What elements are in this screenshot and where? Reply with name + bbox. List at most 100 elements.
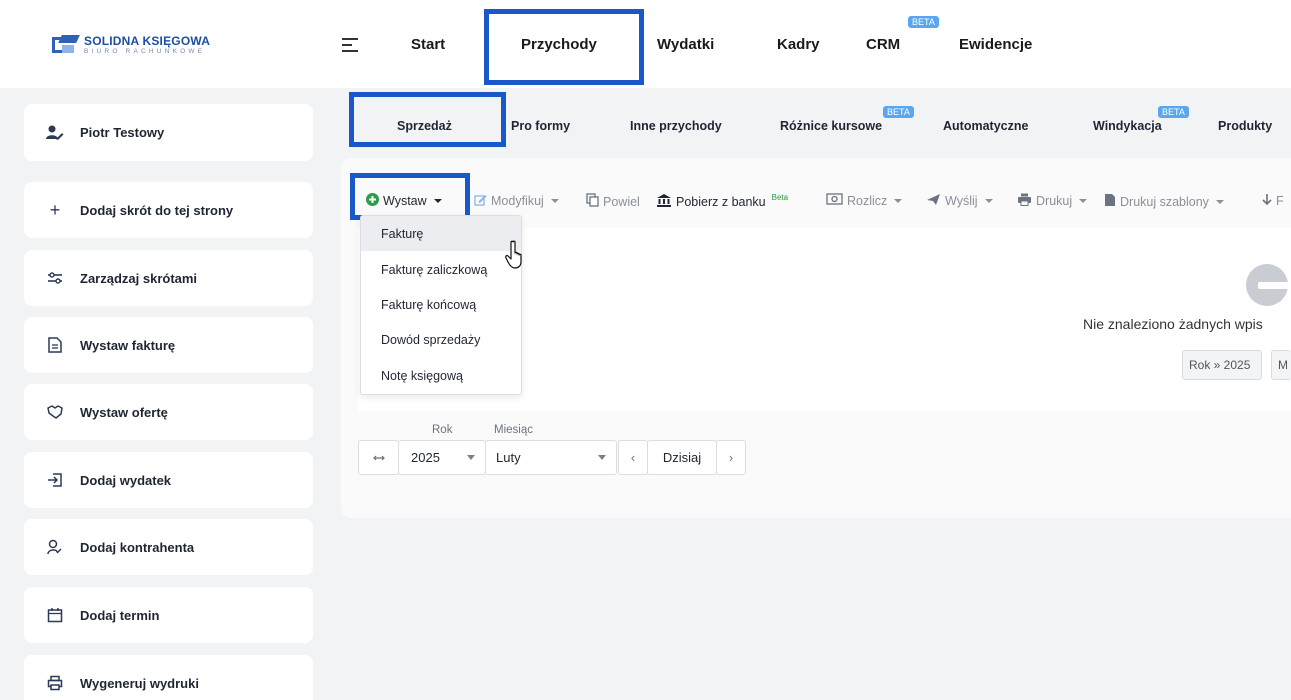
sidebar-item-label: Wystaw ofertę [80,404,168,420]
top-bar: SOLIDNA KSIĘGOWA BIURO RACHUNKOWE Start … [0,0,1291,88]
highlight-sprzedaz [349,92,506,147]
powiel-label: Powiel [603,194,640,209]
chevron-down-icon [984,199,993,203]
topnav-crm[interactable]: CRM [866,36,900,53]
subnav-windykacja[interactable]: Windykacja [1093,119,1162,133]
today-label: Dzisiaj [662,450,702,465]
rozlicz-button[interactable]: Rozlicz [826,193,903,208]
sidebar-item-label: Dodaj skrót do tej strony [80,202,234,218]
rozlicz-label: Rozlicz [847,193,888,208]
more-label: F [1276,194,1284,208]
dropdown-item-faktura-koncowa[interactable]: Fakturę końcową [361,287,521,322]
expand-range-button[interactable] [358,440,399,475]
calendar-icon [46,606,64,624]
menu-toggle-icon[interactable] [342,38,358,52]
today-button[interactable]: Dzisiaj [647,440,717,475]
sidebar-item-add-contractor[interactable]: Dodaj kontrahenta [24,519,313,575]
copy-icon [586,193,599,210]
highlight-przychody [484,9,644,85]
money-icon [826,193,843,208]
sidebar-user[interactable]: Piotr Testowy [24,104,313,161]
month-filter-label: Miesiąc [494,424,533,436]
year-select[interactable]: 2025 [398,440,486,475]
dropdown-item-faktura[interactable]: Fakturę [361,216,521,251]
subnav-produkty[interactable]: Produkty [1218,119,1272,133]
chevron-down-icon [550,199,559,203]
edit-icon [474,193,487,209]
chevron-down-icon [1079,199,1088,203]
sidebar-user-name: Piotr Testowy [80,125,165,140]
next-month-button[interactable]: › [716,440,746,475]
bank-icon [656,193,672,210]
file-icon [1104,193,1116,210]
plus-icon: + [49,199,61,220]
sidebar-item-label: Zarządzaj skrótami [80,270,198,286]
logo[interactable]: SOLIDNA KSIĘGOWA BIURO RACHUNKOWE [52,35,210,56]
wyslij-button[interactable]: Wyślij [926,193,993,209]
empty-state-icon [1246,264,1291,308]
contact-icon [46,538,64,556]
highlight-wystaw [350,173,470,220]
subnav-automatyczne[interactable]: Automatyczne [943,119,1028,133]
crm-beta-badge: BETA [908,16,939,28]
sidebar-item-label: Dodaj wydatek [80,472,172,488]
subnav-inne-przychody[interactable]: Inne przychody [630,119,722,133]
topnav-ewidencje[interactable]: Ewidencje [959,36,1032,53]
month-select-value: Luty [496,450,521,465]
subnav-roznice-kursowe[interactable]: Różnice kursowe [780,119,882,133]
prev-month-button[interactable]: ‹ [618,440,648,475]
modyfikuj-button[interactable]: Modyfikuj [474,193,559,209]
drukuj-label: Drukuj [1036,194,1073,208]
year-filter-label: Rok [432,424,453,436]
sidebar-item-add-expense[interactable]: Dodaj wydatek [24,452,313,508]
chevron-left-icon: ‹ [630,450,636,465]
filter-chip-year[interactable]: Rok » 2025 [1182,350,1262,380]
topnav-kadry[interactable]: Kadry [777,36,820,53]
dropdown-item-nota-ksiegowa[interactable]: Notę księgową [361,358,521,393]
drukuj-button[interactable]: Drukuj [1017,193,1088,209]
pobierz-label: Pobierz z banku [676,194,766,209]
empty-state-message: Nie znaleziono żadnych wpis [1083,316,1263,332]
sidebar-item-manage-shortcuts[interactable]: Zarządzaj skrótami [24,250,313,306]
hand-cursor-icon [505,240,522,269]
printer-icon [46,674,64,692]
chevron-down-icon [467,455,475,460]
sidebar-item-label: Wystaw fakturę [80,337,176,353]
sidebar-item-add-shortcut[interactable]: + Dodaj skrót do tej strony [24,182,313,238]
pobierz-beta-label: Beta [771,193,789,202]
sidebar-item-issue-invoice[interactable]: Wystaw fakturę [24,317,313,373]
sidebar-item-label: Dodaj kontrahenta [80,539,195,555]
drukuj-szablony-button[interactable]: Drukuj szablony [1104,193,1224,210]
chevron-down-icon [1215,199,1224,204]
subnav-pro-formy[interactable]: Pro formy [511,119,570,133]
send-icon [926,193,941,209]
more-toolbar-button[interactable]: F [1262,193,1284,209]
sidebar-item-label: Wygeneruj wydruki [80,675,199,691]
dropdown-item-faktura-zaliczkowa[interactable]: Fakturę zaliczkową [361,252,521,287]
document-icon [46,336,64,354]
sliders-icon [46,269,64,287]
sidebar-item-generate-prints[interactable]: Wygeneruj wydruki [24,655,313,700]
printer-icon [1017,193,1032,209]
logo-title: SOLIDNA KSIĘGOWA [84,34,211,48]
sidebar-item-add-term[interactable]: Dodaj termin [24,587,313,643]
modyfikuj-label: Modyfikuj [491,194,544,208]
topnav-wydatki[interactable]: Wydatki [657,36,714,53]
sidebar-item-issue-offer[interactable]: Wystaw ofertę [24,384,313,440]
topnav-start[interactable]: Start [411,36,445,53]
roznice-beta-badge: BETA [883,106,914,118]
filter-chip-month[interactable]: M [1271,350,1291,380]
month-select[interactable]: Luty [485,440,617,475]
logo-mark-icon [52,35,80,55]
chevron-right-icon: › [728,450,734,465]
chevron-down-icon [598,455,606,460]
dropdown-item-dowod-sprzedazy[interactable]: Dowód sprzedaży [361,322,521,357]
expense-icon [46,471,64,489]
windykacja-beta-badge: BETA [1158,106,1189,118]
chevron-down-icon [894,198,903,203]
user-icon [46,124,64,142]
powiel-button[interactable]: Powiel [586,193,640,210]
pobierz-z-banku-button[interactable]: Pobierz z banku Beta [656,193,788,210]
year-select-value: 2025 [411,450,440,465]
handshake-icon [46,403,64,421]
